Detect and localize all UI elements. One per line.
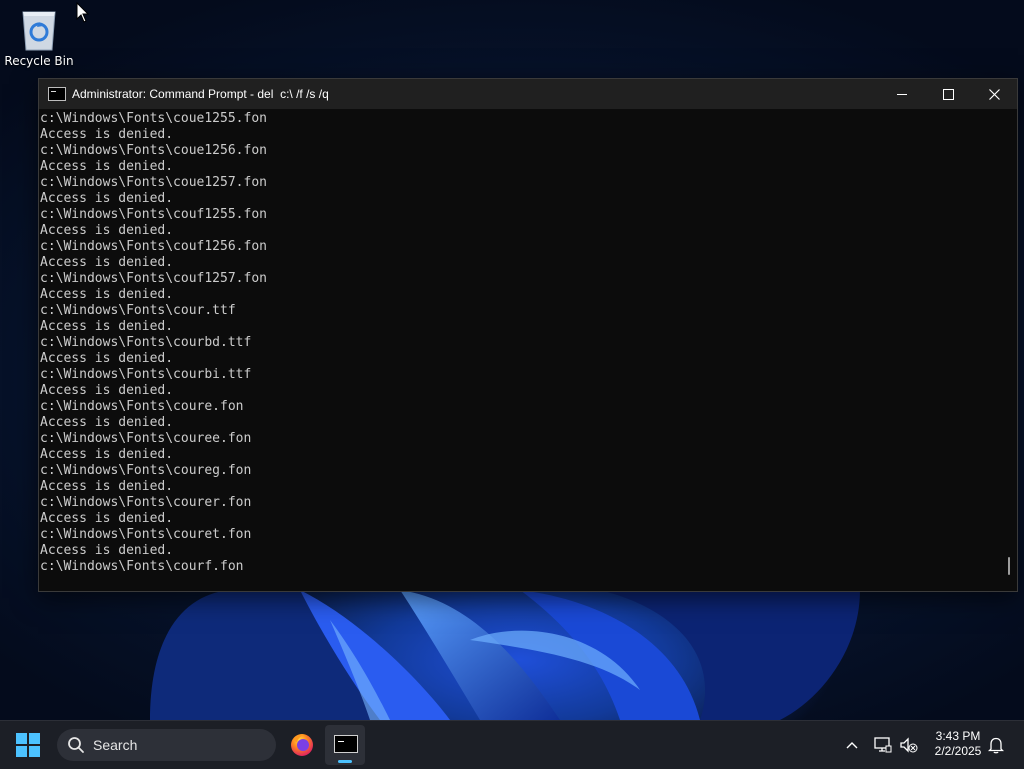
console-scrollbar[interactable] <box>999 109 1017 589</box>
console-line: c:\Windows\Fonts\couret.fon <box>40 527 252 542</box>
taskbar-clock[interactable]: 3:43 PM 2/2/2025 <box>924 729 992 761</box>
window-title: Administrator: Command Prompt - del c:\ … <box>72 87 329 101</box>
console-line: c:\Windows\Fonts\coue1256.fon <box>40 143 267 158</box>
console-line: Access is denied. <box>40 159 174 174</box>
console-line: Access is denied. <box>40 447 174 462</box>
show-hidden-icons-button[interactable] <box>842 735 862 755</box>
console-line: Access is denied. <box>40 383 174 398</box>
console-line: c:\Windows\Fonts\couree.fon <box>40 431 252 446</box>
console-line: Access is denied. <box>40 287 174 302</box>
firefox-icon <box>291 734 313 756</box>
notifications-button[interactable] <box>986 735 1006 755</box>
taskbar-app-command-prompt[interactable] <box>325 725 365 765</box>
console-line: c:\Windows\Fonts\couf1255.fon <box>40 207 267 222</box>
desktop-icon-recycle-bin[interactable]: Recycle Bin <box>4 6 74 76</box>
notifications-icon <box>988 737 1004 754</box>
console-line: Access is denied. <box>40 127 174 142</box>
minimize-button[interactable] <box>879 79 925 109</box>
taskbar-app-firefox[interactable] <box>286 729 318 761</box>
search-label: Search <box>93 737 138 753</box>
console-line: Access is denied. <box>40 511 174 526</box>
recycle-bin-icon <box>22 11 56 51</box>
volume-button[interactable] <box>899 735 919 755</box>
volume-muted-icon <box>900 737 918 753</box>
console-line: Access is denied. <box>40 191 174 206</box>
console-line: Access is denied. <box>40 479 174 494</box>
command-prompt-icon <box>334 735 358 753</box>
console-line: c:\Windows\Fonts\coue1255.fon <box>40 111 267 126</box>
chevron-up-icon <box>846 742 858 749</box>
console-line: c:\Windows\Fonts\couf1256.fon <box>40 239 267 254</box>
console-line: Access is denied. <box>40 543 174 558</box>
network-icon <box>874 737 892 753</box>
console-output[interactable]: c:\Windows\Fonts\coue1255.fon Access is d… <box>39 109 999 585</box>
console-line: c:\Windows\Fonts\couf1257.fon <box>40 271 267 286</box>
search-icon <box>67 736 85 754</box>
clock-time: 3:43 PM <box>935 729 981 743</box>
console-line: Access is denied. <box>40 351 174 366</box>
console-line: c:\Windows\Fonts\courbi.ttf <box>40 367 252 382</box>
minimize-icon <box>897 93 907 95</box>
mouse-cursor-icon <box>76 2 90 23</box>
command-prompt-icon <box>48 87 66 101</box>
console-line: c:\Windows\Fonts\courf.fon <box>40 559 244 574</box>
close-button[interactable] <box>971 79 1017 109</box>
console-line: c:\Windows\Fonts\coue1257.fon <box>40 175 267 190</box>
console-line: Access is denied. <box>40 223 174 238</box>
console-line: c:\Windows\Fonts\coureg.fon <box>40 463 252 478</box>
console-line: c:\Windows\Fonts\courbd.ttf <box>40 335 252 350</box>
active-app-indicator <box>338 760 352 763</box>
console-text: c:\Windows\Fonts\coue1255.fon Access is d… <box>39 109 999 575</box>
console-line: Access is denied. <box>40 319 174 334</box>
console-line: c:\Windows\Fonts\courer.fon <box>40 495 252 510</box>
console-line: c:\Windows\Fonts\coure.fon <box>40 399 244 414</box>
console-line: Access is denied. <box>40 415 174 430</box>
taskbar-search[interactable]: Search <box>57 729 276 761</box>
network-button[interactable] <box>873 735 893 755</box>
title-bar[interactable]: Administrator: Command Prompt - del c:\ … <box>39 79 1017 109</box>
console-line: c:\Windows\Fonts\cour.ttf <box>40 303 236 318</box>
maximize-button[interactable] <box>925 79 971 109</box>
command-prompt-window[interactable]: Administrator: Command Prompt - del c:\ … <box>38 78 1018 592</box>
clock-date: 2/2/2025 <box>934 744 982 758</box>
start-button[interactable] <box>16 733 42 757</box>
taskbar: Search 3:43 PM 2/2/2025 <box>0 720 1024 769</box>
desktop: Recycle Bin Administrator: Command Promp… <box>0 0 1024 720</box>
scrollbar-thumb[interactable] <box>1008 557 1010 575</box>
maximize-icon <box>942 88 954 100</box>
recycle-bin-label: Recycle Bin <box>4 54 74 68</box>
console-line: Access is denied. <box>40 255 174 270</box>
close-icon <box>988 88 1000 100</box>
